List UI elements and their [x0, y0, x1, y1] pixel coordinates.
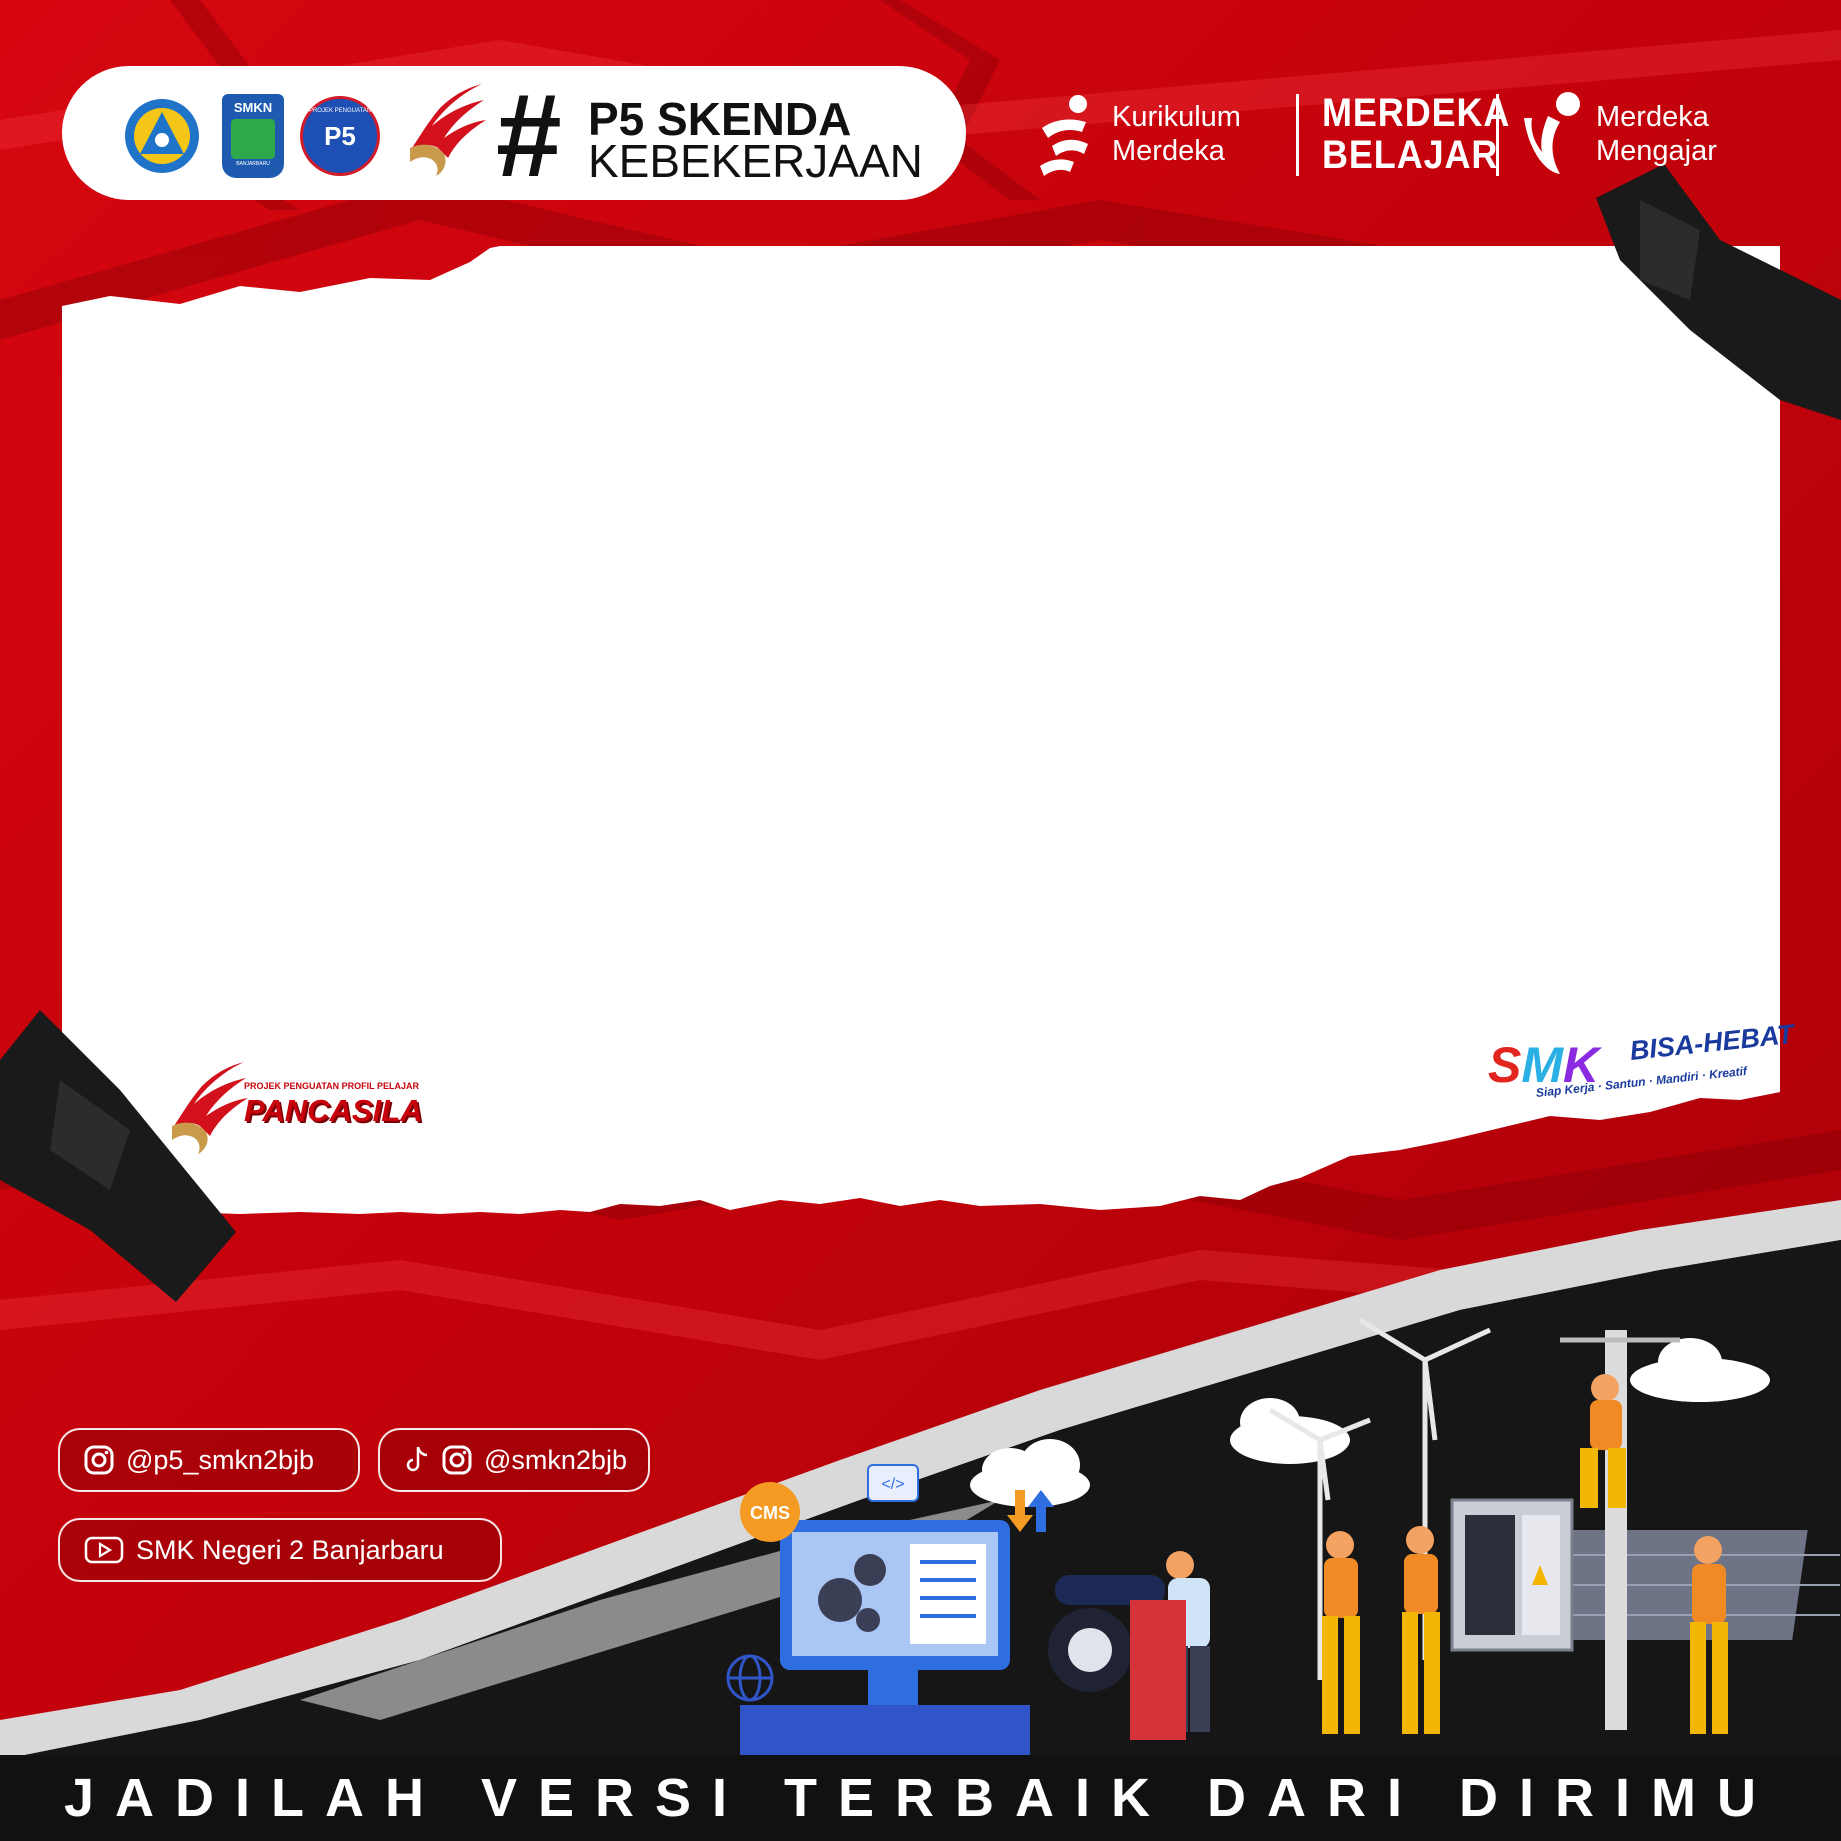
merdeka-belajar-text: MERDEKA BELAJAR [1322, 92, 1510, 176]
vocational-illustration: CMS </> [726, 1317, 1840, 1755]
partner-divider-2 [1496, 94, 1499, 176]
merdeka-mengajar-icon [1524, 92, 1580, 174]
merdeka-mengajar-text: Merdeka Mengajar [1596, 100, 1717, 168]
smkn-logo-label: SMKN [233, 100, 273, 115]
tiktok-instagram-chip[interactable]: @smkn2bjb [378, 1428, 650, 1492]
youtube-icon [84, 1535, 124, 1565]
merdeka-mengajar-line2: Mengajar [1596, 135, 1717, 167]
youtube-chip[interactable]: SMK Negeri 2 Banjarbaru [58, 1518, 502, 1582]
p5-logo: PROJEK PENGUATAN P5 [300, 96, 380, 176]
pancasila-bird-icon [172, 1062, 248, 1154]
kurikulum-line1: Kurikulum [1112, 101, 1241, 133]
youtube-channel: SMK Negeri 2 Banjarbaru [136, 1534, 444, 1565]
merdeka-belajar-line2: BELAJAR [1322, 133, 1499, 177]
instagram-icon [84, 1445, 114, 1475]
instagram-chip[interactable]: @p5_smkn2bjb [58, 1428, 360, 1492]
smkn-city-label: BANJARBARU [236, 161, 270, 167]
cms-badge-text: CMS [750, 1503, 790, 1523]
merdeka-mengajar-line1: Merdeka [1596, 101, 1709, 133]
p5-logo-mark: P5 [324, 121, 356, 151]
p5-skenda-hashtag: # P5 SKENDA KEBEKERJAAN [496, 70, 926, 202]
smkn-emblem [231, 119, 275, 159]
hash-symbol: # [496, 70, 562, 202]
kurikulum-merdeka-text: Kurikulum Merdeka [1112, 100, 1241, 168]
pancasila-badge-small: PROJEK PENGUATAN PROFIL PELAJAR [244, 1081, 420, 1091]
p5-skenda-subtitle: KEBEKERJAAN [588, 135, 923, 187]
smk-letter-s: S [1488, 1037, 1522, 1093]
smkn-logo: SMKN BANJARBARU [222, 94, 284, 178]
partner-divider-1 [1296, 94, 1299, 176]
instagram-handle: @p5_smkn2bjb [126, 1444, 315, 1475]
instagram-icon [442, 1445, 472, 1475]
kurikulum-line2: Merdeka [1112, 135, 1225, 167]
tut-wuri-handayani-logo [125, 99, 199, 173]
merdeka-belajar-line1: MERDEKA [1322, 91, 1511, 135]
pancasila-badge-title: PANCASILA [244, 1093, 423, 1128]
code-tag-text: </> [881, 1476, 904, 1493]
bottom-banner-text: JADILAH VERSI TERBAIK DARI DIRIMU [63, 1768, 1778, 1828]
p5-logo-ring-text: PROJEK PENGUATAN [308, 108, 372, 114]
tiktok-icon [404, 1445, 430, 1475]
garuda-bird-icon [410, 84, 486, 176]
tiktok-instagram-handle: @smkn2bjb [484, 1444, 627, 1475]
kurikulum-merdeka-icon [1040, 95, 1088, 176]
